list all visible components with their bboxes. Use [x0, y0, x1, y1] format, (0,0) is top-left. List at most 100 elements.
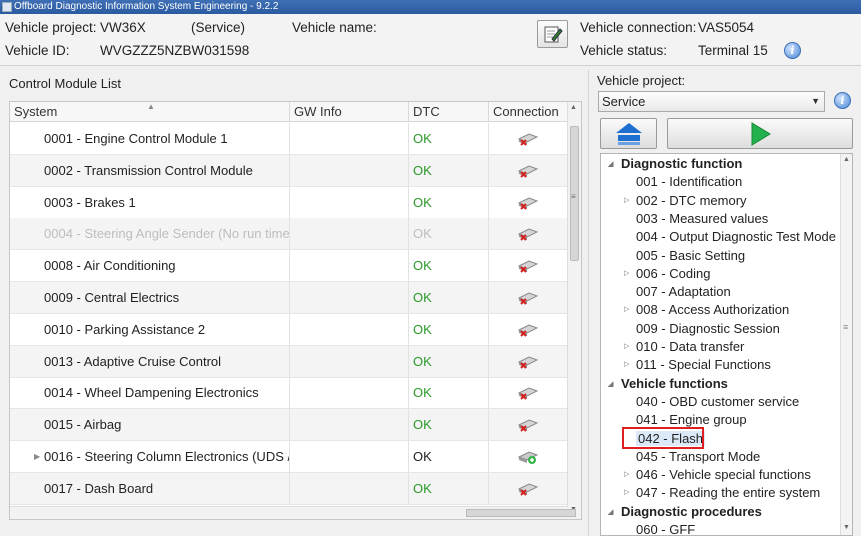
system-name: 0002 - Transmission Control Module — [44, 162, 253, 178]
grid-header: System ▲ GW Info DTC Connection — [10, 102, 568, 122]
tree-item-label: 007 - Adaptation — [636, 284, 731, 300]
tree-item[interactable]: 009 - Diagnostic Session — [636, 320, 780, 338]
table-row[interactable]: 0015 - Airbag OK — [10, 409, 568, 442]
collapse-icon[interactable]: ◢ — [608, 504, 613, 522]
expand-icon[interactable]: ▷ — [624, 484, 629, 502]
expand-icon[interactable]: ▷ — [624, 265, 629, 283]
system-name: 0014 - Wheel Dampening Electronics — [44, 385, 259, 401]
table-row[interactable]: 0004 - Steering Angle Sender (No run tim… — [10, 218, 568, 251]
tree-item-label: 060 - GFF — [636, 522, 696, 536]
vehicle-project-mode: (Service) — [191, 20, 246, 35]
vehicle-name-label: Vehicle name: — [292, 20, 377, 35]
connection-cell — [489, 473, 568, 504]
grid-horizontal-scrollbar[interactable] — [10, 506, 576, 519]
table-row[interactable]: ▶ 0016 - Steering Column Electronics (UDS… — [10, 441, 568, 473]
info-icon[interactable]: i — [784, 42, 801, 59]
collapse-icon[interactable]: ◢ — [608, 156, 613, 174]
table-row[interactable]: 0003 - Brakes 1 OK — [10, 186, 568, 219]
system-cell: 0003 - Brakes 1 — [10, 186, 290, 218]
dtc-cell: OK — [409, 250, 489, 282]
tree-item[interactable]: ▷ 002 - DTC memory — [624, 192, 747, 210]
tree-group[interactable]: ◢ Vehicle functions — [608, 375, 728, 393]
tree-scroll-down-icon[interactable]: ▼ — [843, 524, 850, 531]
control-module-grid: System ▲ GW Info DTC Connection 0001 - E… — [9, 101, 582, 520]
column-header-gw-info[interactable]: GW Info — [290, 102, 409, 122]
tree-scrollbar[interactable]: ▲ ≡ ▼ — [840, 154, 852, 535]
connection-cell — [489, 218, 568, 249]
system-name: 0016 - Steering Column Electronics (UDS … — [44, 449, 290, 464]
vehicle-project-select[interactable]: Service ▼ — [598, 91, 825, 112]
tree-scroll-up-icon[interactable]: ▲ — [843, 156, 850, 163]
expand-icon[interactable]: ▷ — [624, 192, 629, 210]
connection-error-icon — [517, 387, 539, 401]
dtc-cell: OK — [409, 409, 489, 441]
tree-item[interactable]: ▷ 047 - Reading the entire system — [624, 484, 821, 502]
system-cell: 0009 - Central Electrics — [10, 282, 290, 313]
table-row[interactable]: 0013 - Adaptive Cruise Control OK — [10, 345, 568, 378]
tree-item[interactable]: ▷ 010 - Data transfer — [624, 338, 745, 356]
table-row[interactable]: 0002 - Transmission Control Module OK — [10, 154, 568, 187]
table-row[interactable]: 0017 - Dash Board OK — [10, 472, 568, 505]
expand-icon[interactable]: ▷ — [624, 466, 629, 484]
tree-item[interactable]: 005 - Basic Setting — [636, 247, 745, 265]
tree-item[interactable]: 001 - Identification — [636, 173, 742, 191]
system-cell: 0002 - Transmission Control Module — [10, 154, 290, 186]
connection-cell — [489, 441, 568, 472]
grid-vertical-scrollbar[interactable]: ▲ ≡ ▼ — [567, 102, 581, 519]
tree-item[interactable]: ▷ 006 - Coding — [624, 265, 710, 283]
table-row[interactable]: 0010 - Parking Assistance 2 OK — [10, 313, 568, 346]
gw-info-cell — [290, 441, 409, 472]
expand-row-icon[interactable]: ▶ — [34, 441, 40, 472]
scroll-grip-icon: ≡ — [571, 192, 576, 201]
tree-item[interactable]: 004 - Output Diagnostic Test Mode — [636, 228, 836, 246]
tree-item[interactable]: ▷ 046 - Vehicle special functions — [624, 466, 811, 484]
table-row[interactable]: 0009 - Central Electrics OK — [10, 282, 568, 314]
connection-cell — [489, 282, 568, 313]
tree-item-label: 010 - Data transfer — [636, 339, 745, 354]
tree-item-label: Diagnostic function — [621, 156, 743, 171]
connection-cell — [489, 187, 568, 218]
system-name: 0004 - Steering Angle Sender (No run tim… — [44, 226, 290, 242]
expand-icon[interactable]: ▷ — [624, 301, 629, 319]
table-row[interactable]: 0014 - Wheel Dampening Electronics OK — [10, 377, 568, 410]
tree-item[interactable]: ▷ 011 - Special Functions — [624, 356, 771, 374]
vehicle-project-label: Vehicle project: — [5, 20, 97, 35]
panel-divider[interactable] — [588, 70, 589, 536]
vehicle-status-value: Terminal 15 — [698, 43, 768, 58]
column-header-dtc[interactable]: DTC — [409, 102, 489, 122]
system-cell: ▶ 0016 - Steering Column Electronics (UDS… — [10, 441, 290, 472]
vehicle-id-value: WVGZZZ5NZBW031598 — [100, 43, 250, 58]
horizontal-scroll-thumb[interactable] — [466, 509, 576, 517]
tree-group[interactable]: ◢ Diagnostic procedures — [608, 503, 762, 521]
scroll-up-icon[interactable]: ▲ — [570, 104, 577, 111]
expand-icon[interactable]: ▷ — [624, 356, 629, 374]
system-cell: 0015 - Airbag — [10, 409, 290, 441]
tree-item-label: 047 - Reading the entire system — [636, 485, 821, 501]
tree-item-label: 041 - Engine group — [636, 412, 747, 428]
tree-item[interactable]: ▷ 008 - Access Authorization — [624, 301, 789, 319]
info-icon-project[interactable]: i — [834, 92, 851, 109]
connection-cell — [489, 155, 568, 186]
tree-group[interactable]: ◢ Diagnostic function — [608, 155, 743, 173]
table-row[interactable]: 0008 - Air Conditioning OK — [10, 250, 568, 283]
connection-cell — [489, 314, 568, 345]
home-button[interactable] — [600, 118, 657, 149]
tree-item[interactable]: 007 - Adaptation — [636, 283, 731, 301]
connection-cell — [489, 250, 568, 281]
control-module-list-title: Control Module List — [9, 76, 121, 91]
tree-item[interactable]: 003 - Measured values — [636, 210, 768, 228]
system-name: 0015 - Airbag — [44, 417, 122, 433]
connection-error-icon — [517, 324, 539, 337]
start-button[interactable] — [667, 118, 853, 149]
dtc-cell: OK — [409, 441, 489, 472]
tree-item[interactable]: 040 - OBD customer service — [636, 393, 799, 411]
tree-item-label: 011 - Special Functions — [636, 357, 771, 373]
tree-item[interactable]: 060 - GFF — [636, 521, 696, 536]
column-header-connection[interactable]: Connection — [489, 102, 568, 122]
table-row[interactable]: 0001 - Engine Control Module 1 OK — [10, 123, 568, 155]
edit-vehicle-button[interactable] — [537, 20, 568, 48]
collapse-icon[interactable]: ◢ — [608, 376, 613, 394]
tree-item[interactable]: 045 - Transport Mode — [636, 448, 760, 466]
expand-icon[interactable]: ▷ — [624, 338, 629, 356]
gw-info-cell — [290, 250, 409, 282]
